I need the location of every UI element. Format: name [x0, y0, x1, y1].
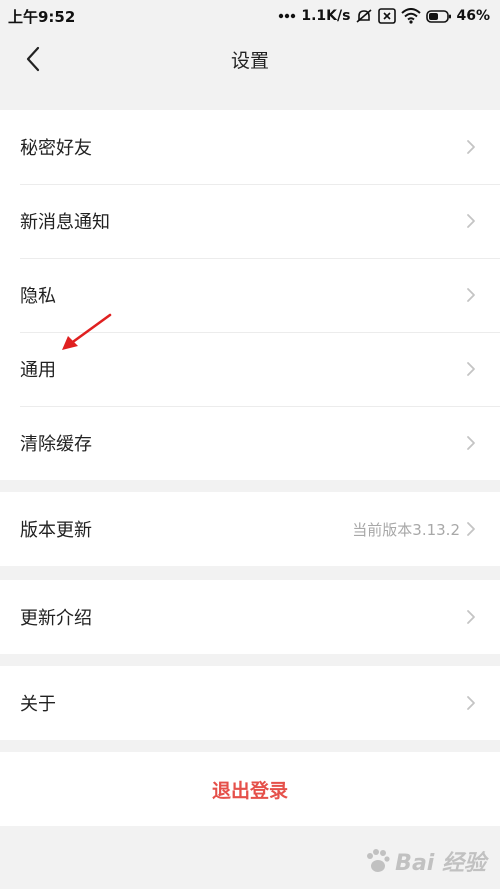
logout-label: 退出登录	[211, 779, 288, 802]
settings-item-version-update[interactable]: 版本更新 当前版本3.13.2	[0, 492, 500, 566]
battery-icon	[426, 9, 452, 23]
chevron-right-icon	[466, 139, 476, 155]
settings-item-update-intro[interactable]: 更新介绍	[0, 580, 500, 654]
settings-item-secret-friends[interactable]: 秘密好友	[0, 110, 500, 184]
settings-item-label: 更新介绍	[20, 608, 92, 629]
watermark-text: Bai 经验	[395, 851, 486, 876]
battery-indicator: 46%	[426, 8, 490, 24]
settings-item-label: 清除缓存	[20, 434, 92, 455]
chevron-right-icon	[466, 609, 476, 625]
signal-dots-icon	[278, 13, 296, 19]
sim-x-icon	[378, 8, 397, 24]
current-version-text: 当前版本3.13.2	[352, 520, 460, 539]
settings-item-right: 当前版本3.13.2	[352, 519, 476, 540]
settings-item-new-message-notify[interactable]: 新消息通知	[0, 184, 500, 258]
paw-logo-icon	[363, 847, 391, 875]
annotation-arrow-icon	[58, 312, 114, 356]
settings-item-label: 通用	[20, 360, 56, 381]
settings-item-label: 关于	[20, 694, 56, 715]
settings-item-label: 隐私	[20, 286, 56, 307]
chevron-right-icon	[466, 361, 476, 377]
battery-percent: 46%	[456, 8, 490, 24]
settings-item-label: 新消息通知	[20, 212, 110, 233]
settings-group-update-intro: 更新介绍	[0, 580, 500, 654]
wifi-icon	[401, 8, 422, 24]
chevron-left-icon	[25, 46, 41, 72]
nav-header: 设置	[0, 32, 500, 86]
chevron-right-icon	[466, 521, 476, 537]
mute-alarm-icon	[355, 7, 373, 25]
chevron-right-icon	[466, 435, 476, 451]
settings-group-about: 关于	[0, 666, 500, 740]
back-button[interactable]	[16, 42, 50, 76]
status-bar: 上午9:52 1.1K/s 46%	[0, 0, 500, 32]
settings-item-label: 版本更新	[20, 520, 92, 541]
status-time: 上午9:52	[8, 7, 76, 26]
settings-group-version: 版本更新 当前版本3.13.2	[0, 492, 500, 566]
settings-item-about[interactable]: 关于	[0, 666, 500, 740]
settings-item-label: 秘密好友	[20, 138, 92, 159]
baidu-watermark: Bai 经验	[363, 845, 486, 877]
settings-item-clear-cache[interactable]: 清除缓存	[0, 406, 500, 480]
logout-button[interactable]: 退出登录	[0, 752, 500, 826]
chevron-right-icon	[466, 213, 476, 229]
chevron-right-icon	[466, 695, 476, 711]
chevron-right-icon	[466, 287, 476, 303]
status-icons: 1.1K/s 46%	[278, 7, 490, 25]
page-title: 设置	[230, 49, 269, 72]
network-speed: 1.1K/s	[301, 8, 351, 24]
settings-group-main: 秘密好友 新消息通知 隐私 通用 清除缓存	[0, 110, 500, 480]
